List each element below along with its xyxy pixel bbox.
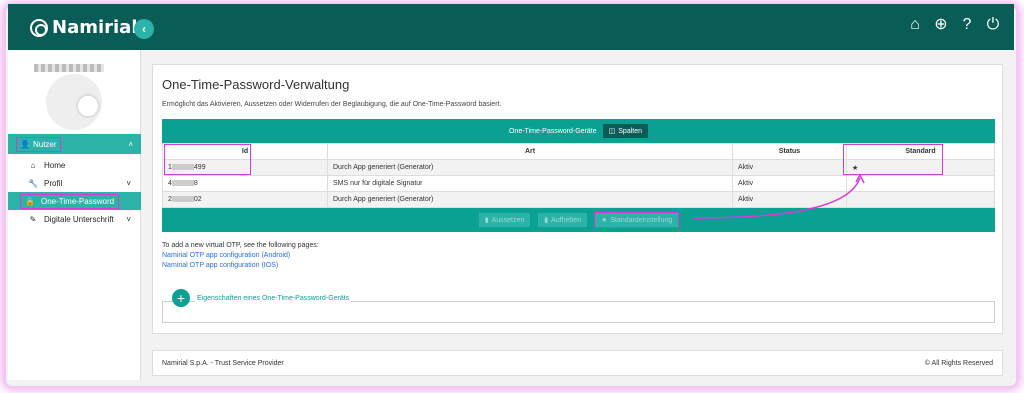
footer-right: © All Rights Reserved xyxy=(925,360,993,367)
footer-left-text: Namirial S.p.A. - Trust Service Provider xyxy=(162,359,284,367)
footer-right-text: All Rights Reserved xyxy=(931,359,993,367)
annotation-arrow xyxy=(692,173,865,219)
copyright-icon: © xyxy=(924,359,930,367)
footer: Namirial S.p.A. - Trust Service Provider… xyxy=(152,350,1003,376)
